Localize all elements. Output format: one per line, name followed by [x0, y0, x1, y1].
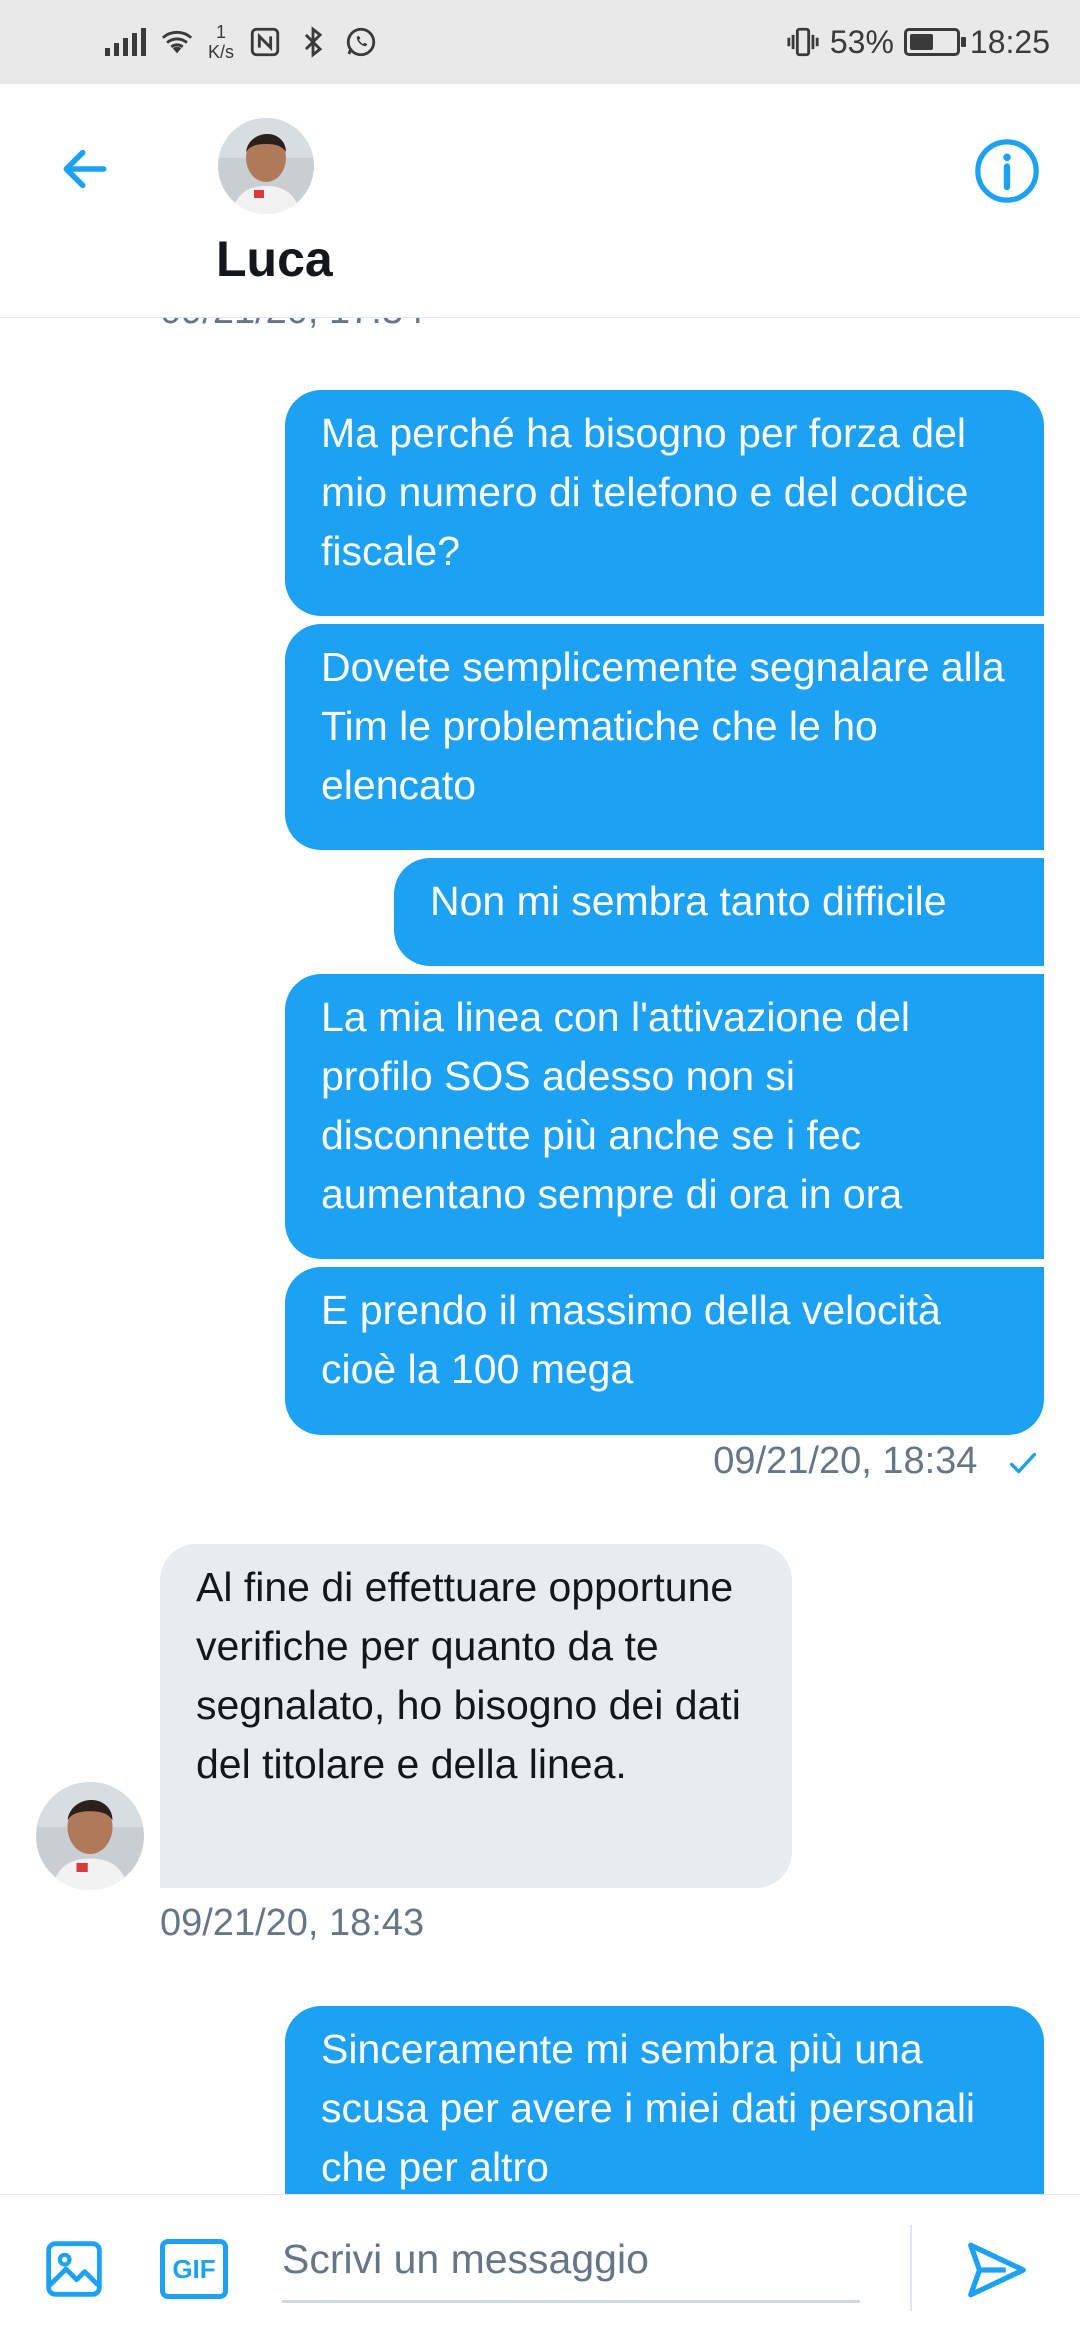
network-speed-value: 1: [216, 22, 227, 42]
avatar-image: [218, 118, 314, 214]
message-status: 09/21/20, 18:34: [713, 1440, 1040, 1483]
outgoing-message[interactable]: La mia linea con l'attivazione del profi…: [285, 974, 1044, 1259]
message-timestamp: 09/21/20, 18:34: [713, 1440, 978, 1482]
message-list[interactable]: 09/21/20, 17:34 Ma perché ha bisogno per…: [0, 318, 1080, 2194]
message-timestamp: 09/21/20, 18:43: [160, 1902, 425, 1944]
send-icon: [968, 2242, 1026, 2298]
sender-avatar[interactable]: [36, 1782, 144, 1890]
vibrate-icon: [787, 27, 819, 57]
status-bar: 1 K/s 53% 18:25: [0, 0, 1080, 84]
network-speed: 1 K/s: [208, 22, 234, 62]
signal-icon: [105, 28, 146, 56]
checkmark-icon: [1009, 1452, 1037, 1474]
info-icon: [975, 139, 1039, 203]
status-bar-left: 1 K/s: [105, 18, 378, 66]
image-icon: [46, 2241, 102, 2297]
outgoing-message[interactable]: Sinceramente mi sembra più una scusa per…: [285, 2006, 1044, 2194]
message-composer: GIF: [0, 2194, 1080, 2340]
add-media-button[interactable]: [42, 2237, 106, 2301]
wifi-icon: [161, 30, 193, 54]
info-button[interactable]: [972, 136, 1042, 206]
contact-avatar[interactable]: [218, 118, 314, 214]
conversation-header: Luca: [0, 84, 1080, 318]
battery-icon: [903, 28, 966, 56]
outgoing-message[interactable]: E prendo il massimo della velocità cioè …: [285, 1267, 1044, 1435]
arrow-left-icon: [63, 149, 107, 189]
status-bar-right: 53% 18:25: [786, 18, 1050, 66]
network-speed-unit: K/s: [208, 42, 235, 62]
outgoing-message[interactable]: Non mi sembra tanto difficile: [394, 858, 1044, 966]
battery-percent: 53%: [829, 23, 894, 60]
battery-level: [909, 34, 933, 50]
bluetooth-icon: [304, 26, 323, 58]
message-input[interactable]: [282, 2219, 860, 2303]
whatsapp-icon: [346, 27, 376, 57]
back-button[interactable]: [50, 134, 120, 204]
nfc-icon: [250, 27, 280, 57]
message-timestamp: 09/21/20, 17:34: [160, 318, 424, 333]
outgoing-message[interactable]: Ma perché ha bisogno per forza del mio n…: [285, 390, 1044, 616]
avatar-image: [36, 1782, 144, 1890]
composer-divider: [910, 2225, 912, 2311]
incoming-message[interactable]: Al fine di effettuare opportune verifich…: [160, 1544, 792, 1888]
clock: 18:25: [969, 23, 1050, 60]
contact-name[interactable]: Luca: [216, 230, 333, 288]
send-button[interactable]: [962, 2235, 1032, 2305]
outgoing-message[interactable]: Dovete semplicemente segnalare alla Tim …: [285, 624, 1044, 850]
gif-button[interactable]: GIF: [160, 2239, 228, 2299]
